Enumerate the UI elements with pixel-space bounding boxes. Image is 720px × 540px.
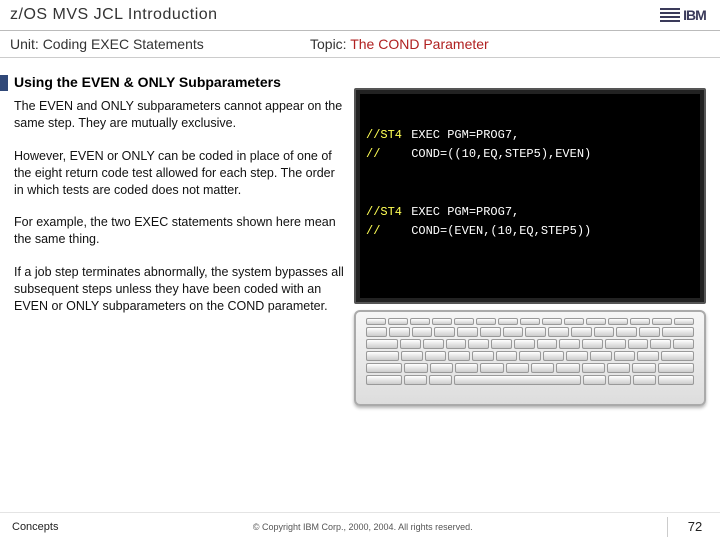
- footer-bar: Concepts © Copyright IBM Corp., 2000, 20…: [0, 512, 720, 540]
- code-label: //ST4: [366, 203, 404, 222]
- terminal-screen: //ST4 EXEC PGM=PROG7, // COND=((10,EQ,ST…: [354, 88, 706, 304]
- page-title: z/OS MVS JCL Introduction: [10, 6, 656, 24]
- divider: [667, 517, 668, 537]
- code-text: COND=((10,EQ,STEP5),EVEN): [411, 147, 591, 161]
- code-text: EXEC PGM=PROG7,: [411, 205, 519, 219]
- content-area: Using the EVEN & ONLY Subparameters The …: [0, 58, 720, 90]
- ibm-logo-text: IBM: [683, 7, 706, 23]
- unit-label: Unit: Coding EXEC Statements: [0, 36, 310, 52]
- footer-section-label: Concepts: [0, 521, 58, 533]
- topic-label: Topic: The COND Parameter: [310, 36, 489, 52]
- code-label: //: [366, 145, 404, 164]
- header-bar: z/OS MVS JCL Introduction IBM: [0, 0, 720, 30]
- sub-header-bar: Unit: Coding EXEC Statements Topic: The …: [0, 31, 720, 57]
- topic-prefix: Topic:: [310, 36, 350, 52]
- topic-value: The COND Parameter: [350, 36, 488, 52]
- footer-copyright: © Copyright IBM Corp., 2000, 2004. All r…: [58, 522, 667, 532]
- ibm-logo-bars-icon: [660, 6, 680, 24]
- code-text: EXEC PGM=PROG7,: [411, 128, 519, 142]
- code-label: //: [366, 222, 404, 241]
- code-label: //ST4: [366, 126, 404, 145]
- keyboard-icon: [354, 310, 706, 406]
- paragraph-4: If a job step terminates abnormally, the…: [14, 264, 344, 315]
- paragraph-3: For example, the two EXEC statements sho…: [14, 214, 344, 248]
- unit-prefix: Unit:: [10, 36, 43, 52]
- paragraph-2: However, EVEN or ONLY can be coded in pl…: [14, 148, 344, 199]
- unit-value: Coding EXEC Statements: [43, 36, 204, 52]
- code-block: //ST4 EXEC PGM=PROG7, // COND=((10,EQ,ST…: [366, 126, 694, 241]
- terminal-illustration: //ST4 EXEC PGM=PROG7, // COND=((10,EQ,ST…: [354, 88, 706, 406]
- ibm-logo: IBM: [656, 5, 710, 25]
- paragraph-1: The EVEN and ONLY subparameters cannot a…: [14, 98, 344, 132]
- code-text: COND=(EVEN,(10,EQ,STEP5)): [411, 224, 591, 238]
- body-text: The EVEN and ONLY subparameters cannot a…: [14, 98, 344, 331]
- page-number: 72: [680, 519, 720, 534]
